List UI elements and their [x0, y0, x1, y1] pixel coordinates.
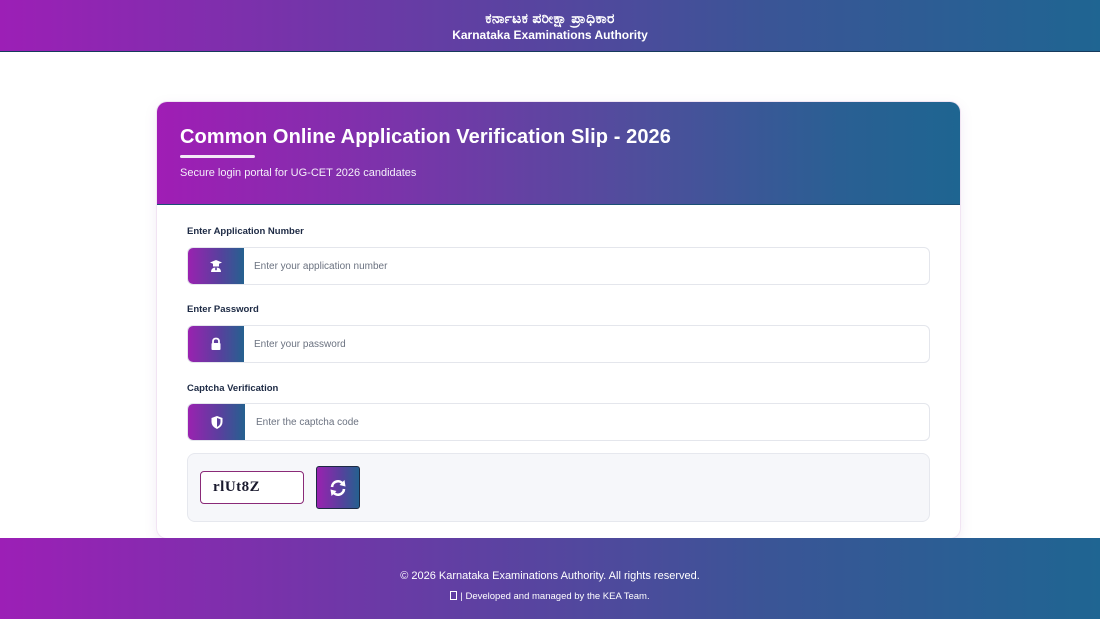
- captcha-input[interactable]: [256, 404, 916, 440]
- title-underline: [180, 155, 255, 158]
- header-title-english: Karnataka Examinations Authority: [452, 28, 648, 42]
- user-graduate-icon: [188, 248, 244, 284]
- application-number-field: [187, 247, 930, 285]
- header-title-kannada: ಕರ್ನಾಟಕ ಪರೀಕ್ಷಾ ಪ್ರಾಧಿಕಾರ: [485, 10, 615, 26]
- page-title: Common Online Application Verification S…: [180, 126, 672, 148]
- refresh-captcha-button[interactable]: [316, 466, 360, 509]
- captcha-field: [187, 403, 930, 441]
- site-header: ಕರ್ನಾಟಕ ಪರೀಕ್ಷಾ ಪ್ರಾಧಿಕಾರ Karnataka Exam…: [0, 0, 1100, 52]
- footer-developer-text: | Developed and managed by the KEA Team.: [460, 591, 650, 602]
- password-field: [187, 325, 930, 363]
- footer-developer-line: | Developed and managed by the KEA Team.: [0, 591, 1100, 602]
- captcha-code-display: rlUt8Z: [200, 471, 304, 504]
- shield-icon: [188, 404, 245, 440]
- password-input[interactable]: [254, 326, 914, 362]
- footer-copyright: © 2026 Karnataka Examinations Authority.…: [400, 570, 700, 582]
- application-number-input[interactable]: [254, 248, 914, 284]
- card-header: Common Online Application Verification S…: [157, 102, 960, 205]
- refresh-icon: [330, 479, 346, 496]
- application-number-label: Enter Application Number: [187, 226, 304, 237]
- captcha-panel: rlUt8Z: [187, 453, 930, 522]
- password-label: Enter Password: [187, 304, 259, 315]
- page-subtitle: Secure login portal for UG-CET 2026 cand…: [180, 167, 417, 179]
- site-footer: © 2026 Karnataka Examinations Authority.…: [0, 538, 1100, 619]
- login-card: Common Online Application Verification S…: [157, 102, 960, 538]
- captcha-label: Captcha Verification: [187, 383, 279, 394]
- missing-glyph-icon: [450, 591, 458, 600]
- lock-icon: [188, 326, 244, 362]
